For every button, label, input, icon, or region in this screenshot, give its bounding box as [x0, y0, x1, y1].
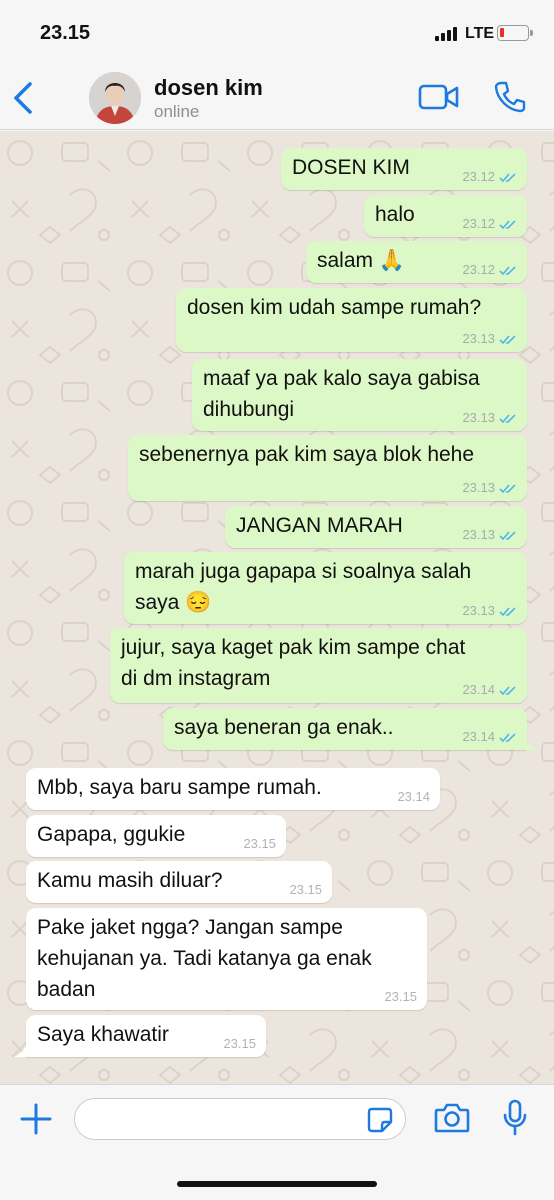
bubble-tail: [525, 736, 539, 750]
outgoing-message[interactable]: sebenernya pak kim saya blok hehe 23.13: [128, 435, 527, 501]
attach-button[interactable]: [18, 1101, 54, 1137]
battery-icon: [497, 25, 533, 41]
message-time: 23.12: [462, 169, 495, 184]
status-time: 23.15: [40, 22, 91, 44]
read-receipt-icon: [499, 606, 516, 616]
home-indicator[interactable]: [177, 1181, 377, 1187]
microphone-button[interactable]: [502, 1099, 528, 1137]
message-text: marah juga gapapa si soalnya salah saya …: [135, 560, 472, 614]
message-text: halo: [375, 203, 415, 226]
incoming-message[interactable]: Kamu masih diluar? 23.15: [26, 861, 332, 903]
message-time: 23.12: [462, 216, 495, 231]
message-time: 23.12: [462, 262, 495, 277]
message-time: 23.13: [462, 603, 495, 618]
message-text: DOSEN KIM: [292, 156, 410, 179]
read-receipt-icon: [499, 530, 516, 540]
incoming-message[interactable]: Saya khawatir 23.15: [26, 1015, 266, 1057]
message-time: 23.15: [384, 989, 417, 1004]
video-call-button[interactable]: [418, 82, 460, 112]
message-time: 23.14: [462, 729, 495, 744]
message-time: 23.15: [243, 836, 276, 851]
camera-button[interactable]: [434, 1102, 470, 1134]
incoming-message[interactable]: Mbb, saya baru sampe rumah. 23.14: [26, 768, 440, 810]
read-receipt-icon: [499, 172, 516, 182]
message-text: Mbb, saya baru sampe rumah.: [37, 776, 322, 799]
message-time: 23.14: [462, 682, 495, 697]
message-time: 23.13: [462, 527, 495, 542]
back-button[interactable]: [8, 76, 38, 120]
status-bar: 23.15 LTE: [0, 0, 554, 68]
outgoing-message[interactable]: saya beneran ga enak.. 23.14: [163, 708, 527, 750]
outgoing-message[interactable]: JANGAN MARAH 23.13: [225, 506, 527, 548]
message-text: jujur, saya kaget pak kim sampe chat di …: [121, 636, 466, 690]
message-time: 23.14: [397, 789, 430, 804]
outgoing-message[interactable]: dosen kim udah sampe rumah? 23.13: [176, 288, 527, 352]
plus-icon: [20, 1103, 52, 1135]
avatar-image: [89, 72, 141, 124]
message-text: salam 🙏: [317, 249, 405, 272]
outgoing-message[interactable]: salam 🙏 23.12: [306, 241, 527, 283]
message-time: 23.13: [462, 480, 495, 495]
network-type: LTE: [465, 25, 495, 42]
video-camera-icon: [418, 84, 459, 110]
chevron-left-icon: [14, 82, 32, 114]
message-text: JANGAN MARAH: [236, 514, 403, 537]
message-time: 23.13: [462, 410, 495, 425]
message-text: Pake jaket ngga? Jangan sampe kehujanan …: [37, 916, 372, 1001]
incoming-message[interactable]: Gapapa, ggukie 23.15: [26, 815, 286, 857]
read-receipt-icon: [499, 732, 516, 742]
read-receipt-icon: [499, 483, 516, 493]
microphone-icon: [503, 1099, 527, 1136]
message-time: 23.15: [289, 882, 322, 897]
contact-status: online: [154, 102, 200, 121]
contact-name[interactable]: dosen kim: [154, 75, 263, 101]
outgoing-message[interactable]: DOSEN KIM 23.12: [281, 148, 527, 190]
bubble-tail: [13, 1043, 27, 1057]
phone-icon: [494, 81, 526, 113]
read-receipt-icon: [499, 685, 516, 695]
outgoing-message[interactable]: marah juga gapapa si soalnya salah saya …: [124, 552, 527, 624]
read-receipt-icon: [499, 334, 516, 344]
read-receipt-icon: [499, 265, 516, 275]
input-bar: [0, 1084, 554, 1200]
avatar[interactable]: [89, 72, 141, 124]
incoming-message[interactable]: Pake jaket ngga? Jangan sampe kehujanan …: [26, 908, 427, 1010]
voice-call-button[interactable]: [493, 80, 527, 114]
outgoing-message[interactable]: halo 23.12: [364, 195, 527, 237]
sticker-icon: [367, 1107, 393, 1133]
message-text: Kamu masih diluar?: [37, 869, 223, 892]
chat-header: dosen kim online: [0, 68, 554, 130]
signal-strength-icon: [435, 27, 461, 41]
message-text: Saya khawatir: [37, 1023, 169, 1046]
camera-icon: [434, 1103, 470, 1133]
outgoing-message[interactable]: maaf ya pak kalo saya gabisa dihubungi 2…: [192, 359, 527, 431]
message-text: maaf ya pak kalo saya gabisa dihubungi: [203, 367, 480, 421]
sticker-button[interactable]: [367, 1107, 393, 1133]
message-text: saya beneran ga enak..: [174, 716, 394, 739]
read-receipt-icon: [499, 413, 516, 423]
message-text: dosen kim udah sampe rumah?: [187, 296, 482, 319]
chat-area[interactable]: DOSEN KIM 23.12 halo 23.12 salam 🙏 23.12…: [0, 131, 554, 1084]
read-receipt-icon: [499, 219, 516, 229]
outgoing-message[interactable]: jujur, saya kaget pak kim sampe chat di …: [110, 628, 527, 703]
message-time: 23.15: [223, 1036, 256, 1051]
message-input[interactable]: [74, 1098, 406, 1140]
message-text: sebenernya pak kim saya blok hehe: [139, 443, 475, 466]
message-text: Gapapa, ggukie: [37, 823, 186, 846]
message-time: 23.13: [462, 331, 495, 346]
